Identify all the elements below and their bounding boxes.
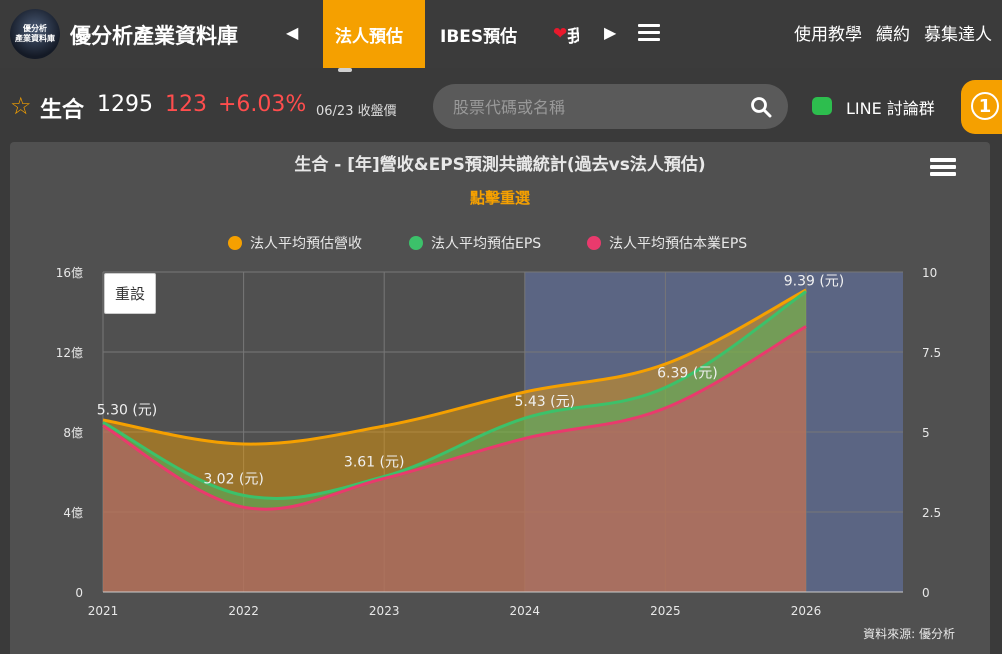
tab-ibes-forecast[interactable]: IBES預估 [428,0,529,68]
logo-line1: 優分析 [23,24,47,33]
stock-name: 生合 [40,98,85,123]
heart-icon: ❤ [553,24,568,44]
chart-title: 生合 - [年]營收&EPS預測共識統計(過去vs法人預估) [294,154,705,175]
y-left-tick-label: 16億 [56,266,83,280]
x-tick-label: 2026 [791,604,822,618]
y-right-tick-label: 10 [922,266,937,280]
stock-header: ☆ 生合 1295 123 +6.03% 06/23 收盤價 LINE 討論群 … [0,72,1002,142]
x-tick-label: 2022 [228,604,259,618]
eps-data-label: 5.30 (元) [97,402,158,418]
y-left-tick-label: 12億 [56,346,83,360]
y-left-tick-label: 0 [75,586,83,600]
brand-title[interactable]: 優分析產業資料庫 [70,20,238,50]
line-group-link[interactable]: LINE 討論群 [846,95,935,119]
logo-line2: 產業資料庫 [15,34,55,43]
eps-data-label: 3.61 (元) [344,454,405,470]
y-left-tick-label: 4億 [63,506,83,520]
close-date-label: 06/23 收盤價 [316,104,397,119]
x-tick-label: 2023 [369,604,400,618]
legend-marker [228,236,242,250]
chart-source-credit: 資料來源: 優分析 [863,627,955,641]
eps-data-label: 9.39 (元) [784,274,845,290]
chart-subtitle-reselect[interactable]: 點擊重選 [470,189,530,207]
search-box [433,84,788,131]
link-fundraise[interactable]: 募集達人 [924,20,992,45]
x-tick-label: 2025 [650,604,681,618]
x-tick-label: 2021 [88,604,119,618]
hamburger-menu-icon[interactable] [638,24,660,42]
search-icon[interactable] [750,96,772,118]
stock-price: 123 [165,92,207,117]
tab-institutional-forecast[interactable]: 法人預估 [323,0,425,68]
eps-data-label: 5.43 (元) [515,394,576,410]
chart-menu-icon[interactable] [927,155,959,183]
y-right-tick-label: 2.5 [922,506,941,520]
legend-marker [587,236,601,250]
eps-data-label: 3.02 (元) [203,471,264,487]
tab-favorites[interactable]: ❤ 我 [541,0,579,68]
legend-item[interactable]: 法人平均預估營收 [250,236,362,252]
y-right-tick-label: 7.5 [922,346,941,360]
reset-zoom-button[interactable]: 重設 [104,273,156,314]
right-links: 使用教學 續約 募集達人 [794,20,992,45]
line-app-icon[interactable] [812,97,832,115]
forecast-chart: 生合 - [年]營收&EPS預測共識統計(過去vs法人預估) 點擊重選法人平均預估… [56,154,955,641]
stock-change: +6.03% [218,92,307,117]
link-tutorial[interactable]: 使用教學 [794,20,862,45]
nav-prev-icon[interactable]: ◀ [286,23,298,42]
top-nav-bar: 優分析 產業資料庫 優分析產業資料庫 ◀ 法人預估 IBES預估 ❤ 我 ▶ 使用… [0,0,1002,72]
tab-label: 法人預估 [335,26,403,47]
notification-badge[interactable]: 1 [961,80,1002,134]
link-renew[interactable]: 續約 [876,20,910,45]
legend-item[interactable]: 法人平均預估EPS [431,236,541,252]
y-right-tick-label: 5 [922,426,930,440]
x-tick-label: 2024 [510,604,541,618]
search-input[interactable] [451,84,735,131]
nav-next-icon[interactable]: ▶ [604,23,616,42]
y-right-tick-label: 0 [922,586,930,600]
legend-item[interactable]: 法人平均預估本業EPS [609,236,747,252]
y-left-tick-label: 8億 [63,426,83,440]
stock-code: 1295 [97,92,153,117]
badge-count: 1 [971,92,999,120]
legend-marker [409,236,423,250]
chart-panel: 生合 - [年]營收&EPS預測共識統計(過去vs法人預估) 點擊重選法人平均預估… [10,142,990,654]
tab-label: IBES預估 [440,26,518,47]
logo[interactable]: 優分析 產業資料庫 [10,9,60,59]
eps-data-label: 6.39 (元) [657,366,718,382]
tab-label: 我 [567,26,579,47]
favorite-star-icon[interactable]: ☆ [10,92,32,120]
